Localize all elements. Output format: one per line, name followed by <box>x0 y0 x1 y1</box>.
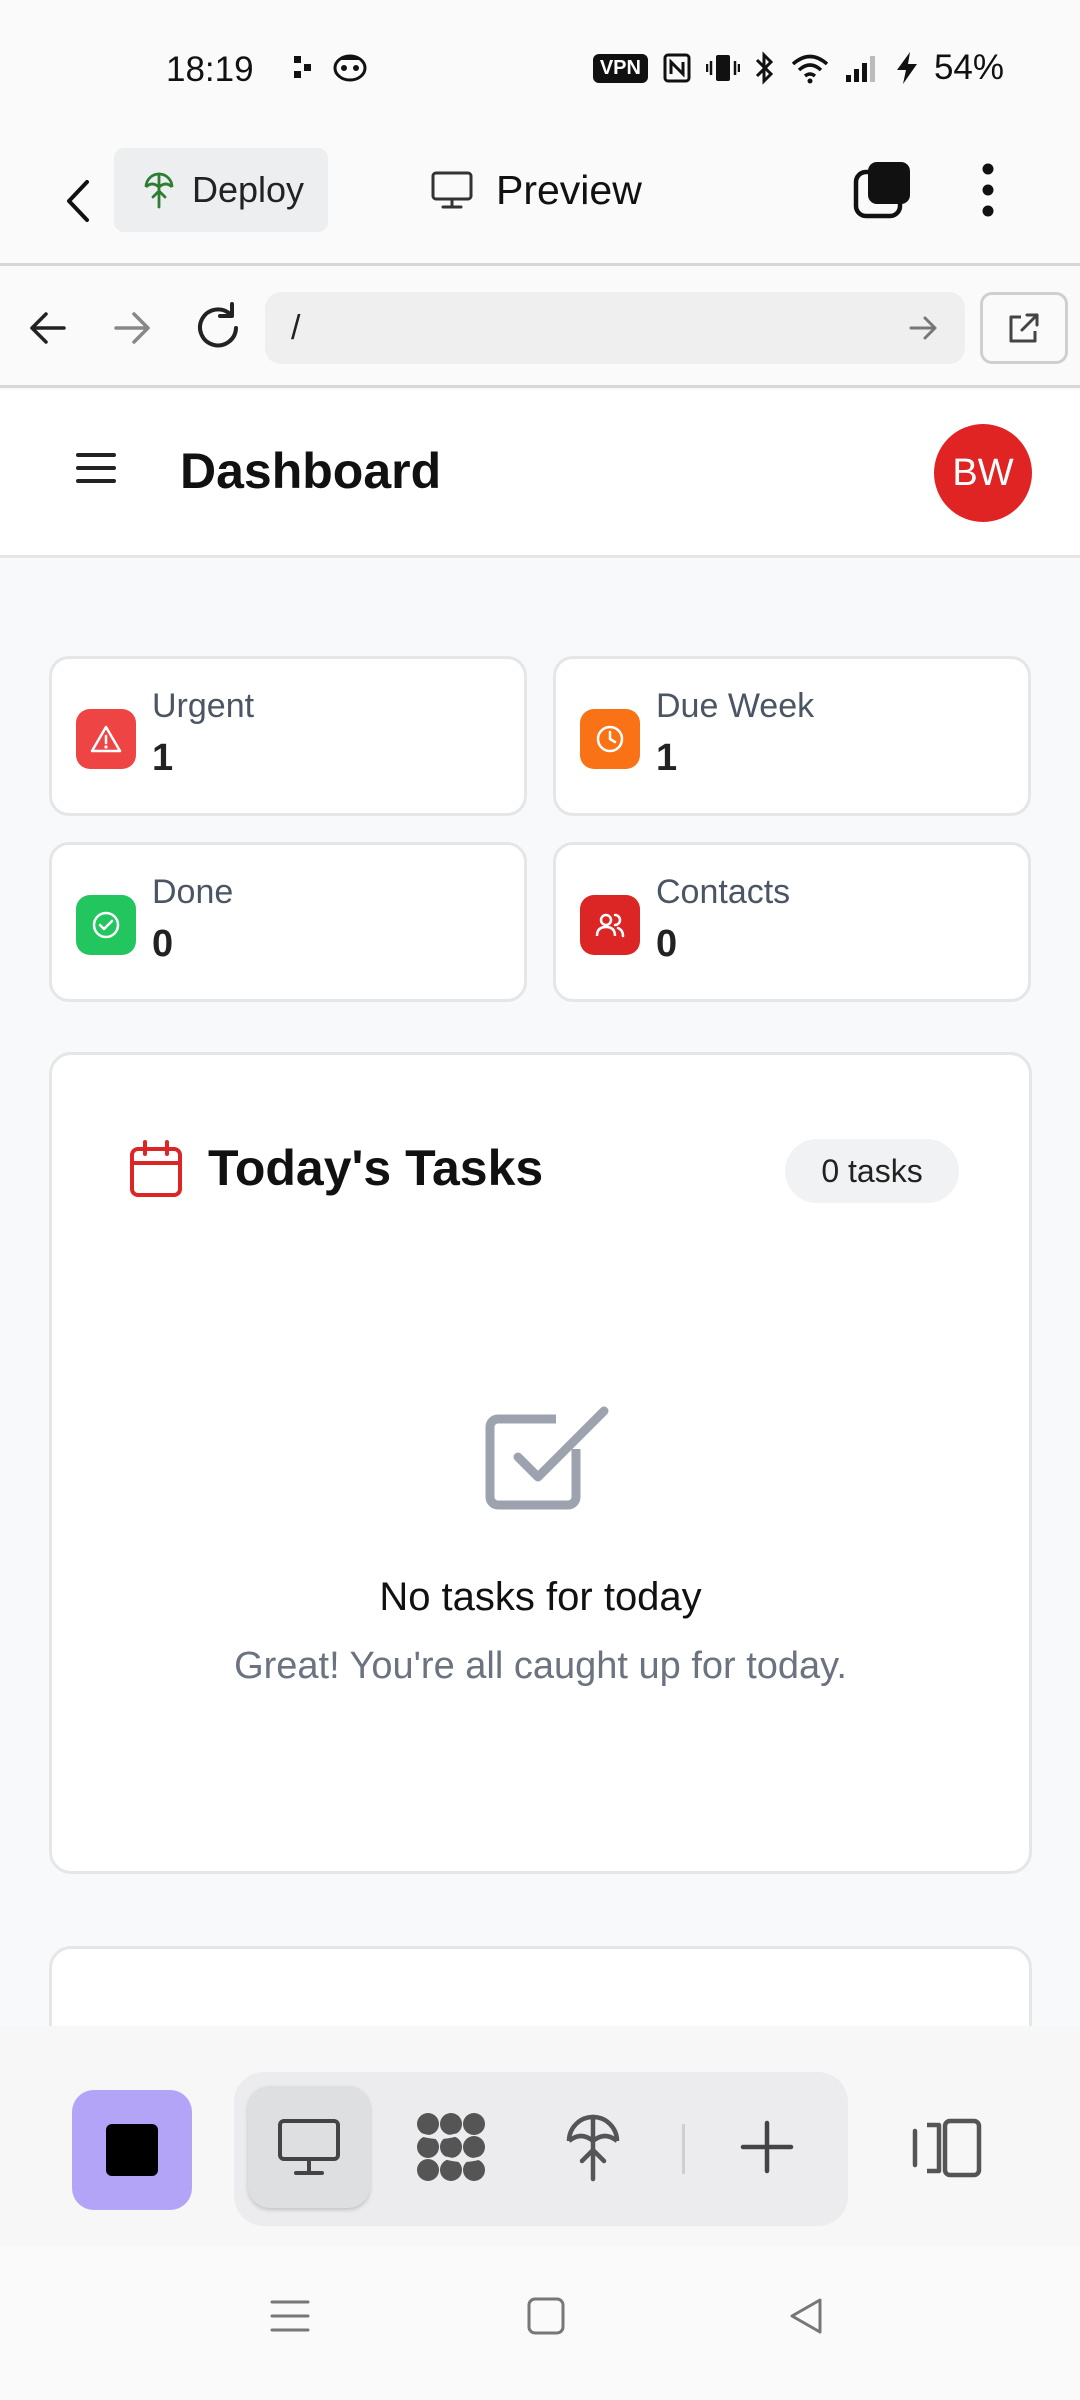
stat-label: Due Week <box>656 687 815 725</box>
home-button[interactable] <box>516 2286 576 2346</box>
todays-tasks-card: Today's Tasks 0 tasks No tasks for today… <box>49 1052 1032 1874</box>
stat-card-urgent[interactable]: Urgent 1 <box>49 656 527 816</box>
activity-title: Recent Activities <box>100 2017 501 2026</box>
stat-card-done[interactable]: Done 0 <box>49 842 527 1002</box>
preview-tab[interactable]: Preview <box>430 160 642 220</box>
stat-value: 1 <box>152 737 174 779</box>
check-circle-icon <box>76 895 136 955</box>
status-left-icons <box>292 52 368 82</box>
checkbox-checked-icon <box>485 1406 609 1510</box>
preview-label: Preview <box>496 166 642 213</box>
hamburger-menu-icon <box>76 453 116 483</box>
deploy-view-button[interactable] <box>532 2086 654 2208</box>
recent-apps-button[interactable] <box>260 2286 320 2346</box>
stop-button[interactable] <box>72 2090 192 2210</box>
system-back-button[interactable] <box>776 2286 836 2346</box>
workspace-view-button[interactable] <box>390 2086 512 2208</box>
deploy-icon <box>144 172 174 209</box>
empty-state-subtitle: Great! You're all caught up for today. <box>234 1645 847 1687</box>
clock-icon <box>580 709 640 769</box>
reload-button[interactable] <box>190 300 246 356</box>
status-bar: 18:19 VPN 54% <box>0 0 1080 140</box>
monitor-icon <box>278 2119 340 2175</box>
alert-triangle-icon <box>76 709 136 769</box>
hamburger-menu-button[interactable] <box>74 446 118 490</box>
dashboard-content: Urgent 1 Due Week 1 Done 0 Contacts 0 To… <box>0 561 1080 2026</box>
url-text: / <box>291 308 301 347</box>
stat-value: 1 <box>656 737 678 779</box>
browser-back-button[interactable] <box>24 304 72 352</box>
tabs-button[interactable] <box>852 158 914 222</box>
stat-label: Done <box>152 873 234 911</box>
wifi-icon <box>791 54 829 84</box>
signal-icon <box>845 56 875 82</box>
user-avatar[interactable]: BW <box>934 424 1032 522</box>
stat-label: Contacts <box>656 873 791 911</box>
chevron-left-icon <box>67 180 89 222</box>
tabs-stack-icon <box>853 162 910 219</box>
recent-activities-card: Recent Activities <box>49 1946 1032 2026</box>
recent-apps-icon <box>270 2300 310 2332</box>
app-face-icon <box>333 54 367 82</box>
back-button[interactable] <box>50 166 106 236</box>
users-icon <box>580 895 640 955</box>
url-input[interactable]: / <box>265 292 965 364</box>
browser-forward-button[interactable] <box>108 304 156 352</box>
view-switcher <box>234 2072 848 2226</box>
panel-toggle-icon <box>912 2118 982 2178</box>
bluetooth-icon <box>755 51 774 85</box>
system-navigation-bar <box>0 2246 1080 2400</box>
preview-view-button[interactable] <box>248 2086 370 2208</box>
charging-icon <box>896 52 917 84</box>
stop-icon <box>106 2124 158 2176</box>
arrow-right-icon <box>114 312 150 344</box>
more-options-button[interactable] <box>968 158 1008 222</box>
empty-state-title: No tasks for today <box>379 1575 702 1619</box>
stat-card-due-week[interactable]: Due Week 1 <box>553 656 1031 816</box>
app-bar: Deploy Preview <box>0 140 1080 266</box>
more-vertical-icon <box>982 163 994 217</box>
stat-label: Urgent <box>152 687 255 725</box>
browser-bar: / <box>0 268 1080 388</box>
knot-grid-icon <box>417 2113 485 2181</box>
deploy-icon <box>566 2114 620 2182</box>
arrow-left-icon <box>30 312 66 344</box>
page-header: Dashboard BW <box>0 390 1080 558</box>
stat-value: 0 <box>152 923 174 965</box>
open-external-button[interactable] <box>980 292 1068 364</box>
stat-card-contacts[interactable]: Contacts 0 <box>553 842 1031 1002</box>
monitor-icon <box>431 171 473 209</box>
vibrate-icon <box>705 55 740 81</box>
deploy-label: Deploy <box>192 169 305 210</box>
calendar-icon <box>130 1140 182 1197</box>
vpn-badge: VPN <box>592 53 648 83</box>
tasks-count-badge: 0 tasks <box>785 1139 959 1203</box>
status-right-icons: VPN 54% <box>592 48 1004 88</box>
page-title: Dashboard <box>180 443 442 499</box>
add-button[interactable] <box>706 2086 828 2208</box>
home-square-icon <box>527 2297 565 2335</box>
external-link-icon <box>1009 313 1039 343</box>
status-time: 18:19 <box>166 50 254 89</box>
bottom-toolbar <box>0 2026 1080 2258</box>
panel-toggle-button[interactable] <box>908 2108 988 2188</box>
go-arrow-icon[interactable] <box>903 308 943 348</box>
reload-icon <box>198 302 238 348</box>
plus-icon <box>740 2120 794 2174</box>
nfc-icon <box>663 53 691 83</box>
tasks-title: Today's Tasks <box>208 1140 544 1196</box>
triangle-back-icon <box>790 2298 822 2334</box>
deploy-button[interactable]: Deploy <box>114 148 328 232</box>
notification-dots-icon <box>294 56 311 78</box>
stat-value: 0 <box>656 923 678 965</box>
toolbar-divider <box>682 2124 685 2174</box>
battery-percent: 54% <box>933 48 1004 87</box>
